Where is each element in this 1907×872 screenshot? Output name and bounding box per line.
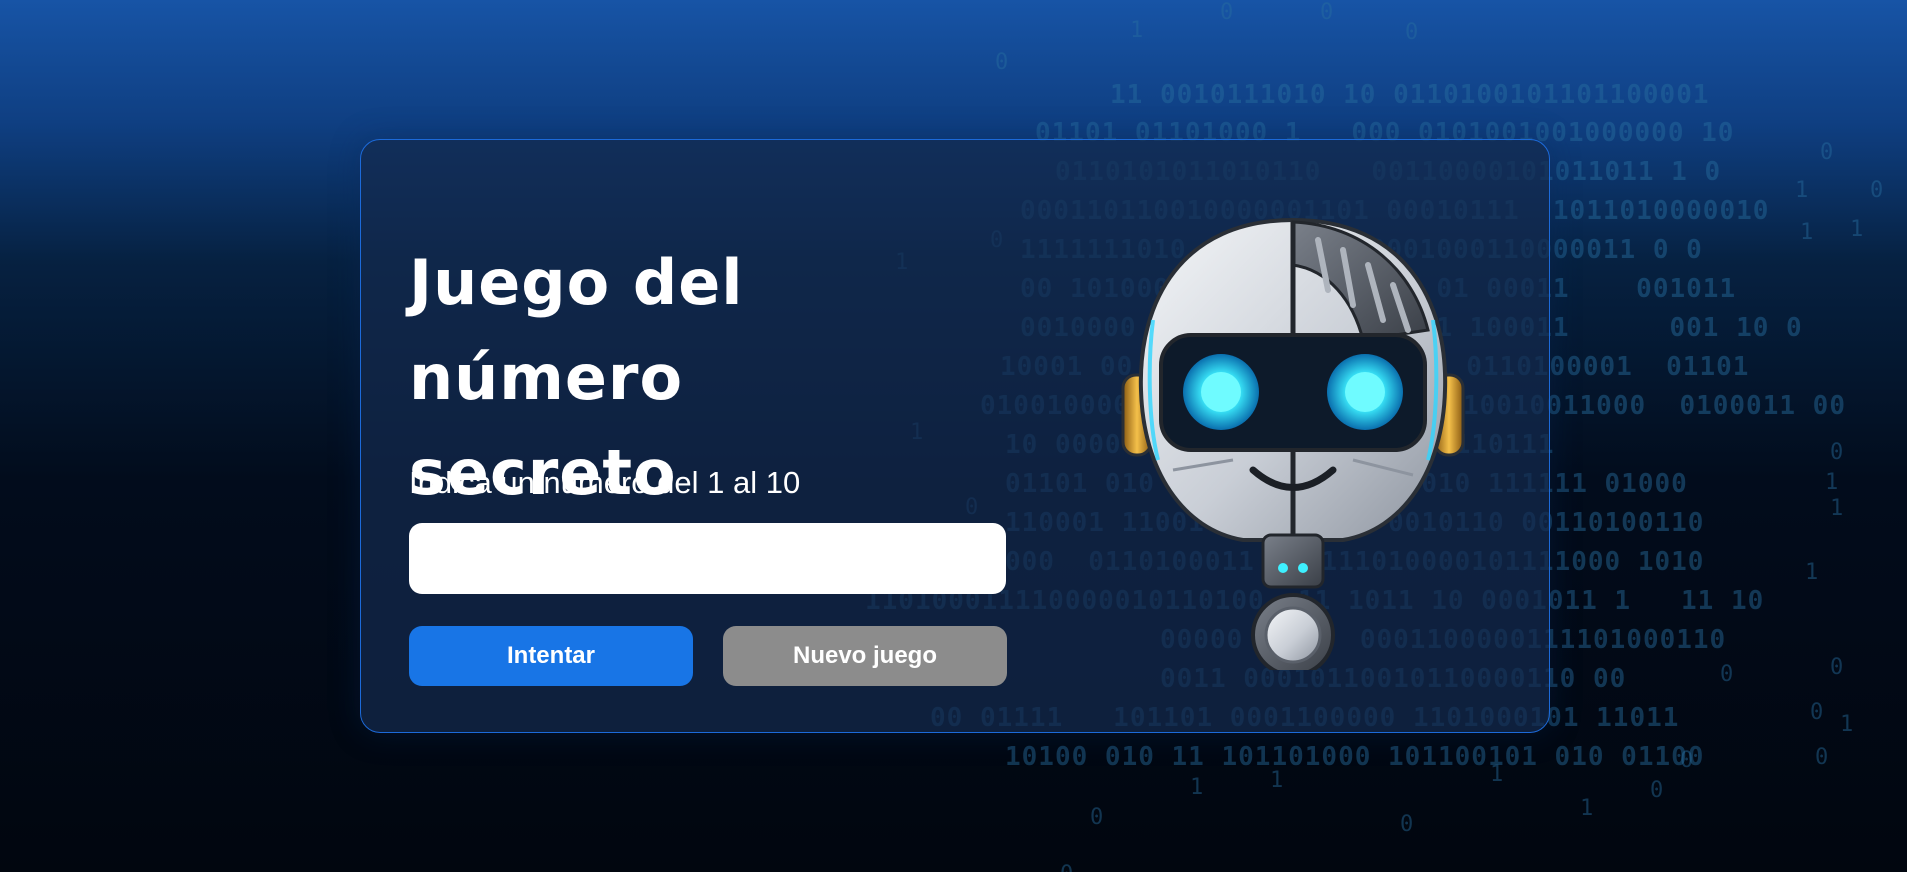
robot-question-mark-icon <box>1121 217 1465 670</box>
game-card: Juego del número secreto Indica un númer… <box>360 139 1550 733</box>
try-button[interactable]: Intentar <box>409 626 693 686</box>
number-input[interactable] <box>409 523 1006 594</box>
number-prompt-label: Indica un número del 1 al 10 <box>409 465 801 500</box>
title-line-1: Juego del <box>409 246 744 319</box>
new-game-button[interactable]: Nuevo juego <box>723 626 1007 686</box>
